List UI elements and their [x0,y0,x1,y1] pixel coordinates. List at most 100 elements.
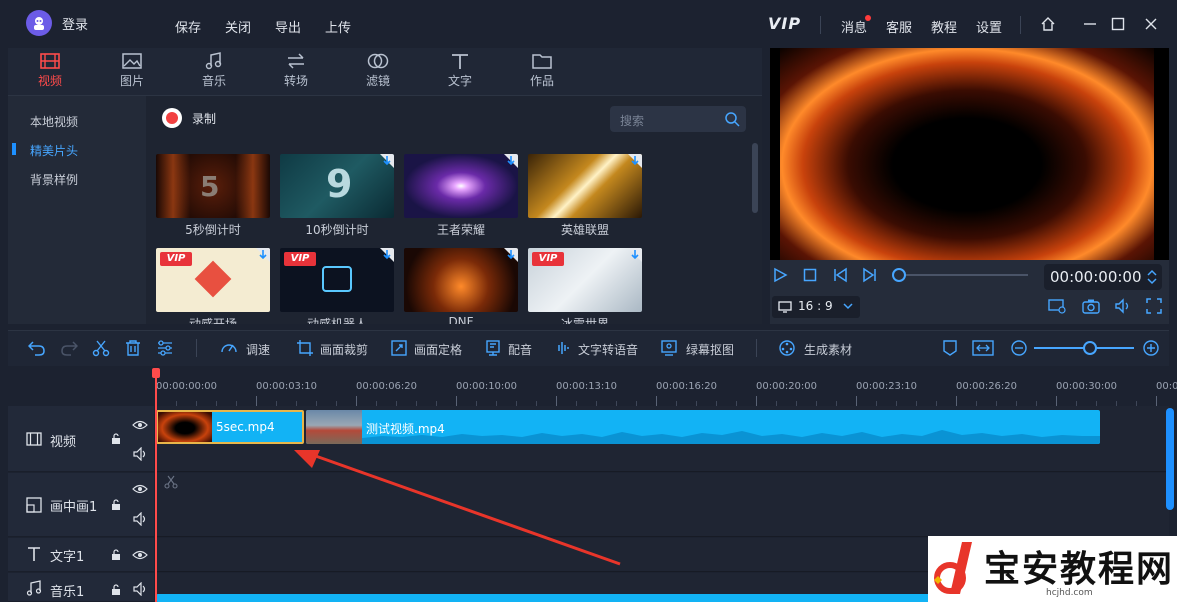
menu-save[interactable]: 保存 [175,17,201,36]
next-frame-icon[interactable] [862,267,878,283]
record-icon[interactable] [162,108,182,128]
tab-text[interactable]: 文字 [430,52,490,89]
tool-green-screen[interactable]: 绿幕抠图 [686,341,734,358]
tool-speed[interactable]: 调速 [246,341,270,358]
progress-track[interactable] [896,274,1028,276]
download-icon[interactable] [257,249,269,261]
dubbing-icon[interactable] [484,339,502,357]
vip-logo[interactable]: VIP [768,14,801,33]
text-to-speech-icon[interactable] [554,339,572,357]
eye-icon[interactable] [132,548,148,562]
tool-text-to-speech[interactable]: 文字转语音 [578,341,638,358]
category-background[interactable]: 背景样例 [30,171,78,188]
freeze-frame-icon[interactable] [390,339,408,357]
volume-icon[interactable] [1114,298,1132,314]
stop-icon[interactable] [802,267,818,283]
search-icon[interactable] [724,111,740,127]
eye-icon[interactable] [132,482,148,496]
download-icon[interactable] [629,249,641,261]
music-clip[interactable] [156,594,936,602]
record-label[interactable]: 录制 [192,110,216,127]
scissors-icon[interactable] [92,339,110,357]
green-screen-icon[interactable] [660,339,678,357]
link-support[interactable]: 客服 [886,17,912,36]
minimize-icon[interactable] [1082,16,1098,32]
vip-badge: VIP [284,252,316,266]
redo-icon[interactable] [60,339,78,357]
thumbnail-10s-countdown[interactable]: 9 [280,154,394,218]
fullscreen-icon[interactable] [1146,298,1162,314]
speaker-icon[interactable] [132,447,148,461]
category-local-video[interactable]: 本地视频 [30,113,78,130]
playhead-handle[interactable] [152,368,160,378]
lock-icon[interactable] [110,499,122,511]
undo-icon[interactable] [28,339,46,357]
menu-upload[interactable]: 上传 [325,17,351,36]
speed-icon[interactable] [220,339,238,357]
tool-generate-asset[interactable]: 生成素材 [804,341,852,358]
library-scrollbar[interactable] [752,143,758,213]
marker-icon[interactable] [942,339,958,357]
menu-export[interactable]: 导出 [275,17,301,36]
link-settings[interactable]: 设置 [976,17,1002,36]
lock-icon[interactable] [110,549,122,561]
link-tutorial[interactable]: 教程 [931,17,957,36]
tool-crop[interactable]: 画面裁剪 [320,341,368,358]
watermark-title: 宝安教程网 [984,548,1175,590]
timeline-scrollbar[interactable] [1166,408,1174,510]
speaker-icon[interactable] [132,512,148,526]
lock-icon[interactable] [110,584,122,596]
adjust-icon[interactable] [156,339,174,357]
thumbnail-5s-countdown[interactable]: 5 [156,154,270,218]
snapshot-settings-icon[interactable] [1048,298,1066,314]
tab-works[interactable]: 作品 [512,52,572,89]
download-icon[interactable] [505,249,517,261]
download-icon[interactable] [381,155,393,167]
thumbnail-ice-world[interactable]: VIP [528,248,642,312]
lock-icon[interactable] [110,433,122,445]
camera-icon[interactable] [1082,298,1100,314]
timecode-display[interactable]: 00:00:00:00 [1044,264,1162,290]
audio-waveform [362,430,1100,444]
eye-icon[interactable] [132,418,148,432]
close-icon[interactable] [1143,16,1159,32]
speaker-icon[interactable] [132,582,148,596]
link-messages[interactable]: 消息 [841,17,867,36]
login-link[interactable]: 登录 [62,14,88,33]
generate-asset-icon[interactable] [778,339,796,357]
playhead[interactable] [155,370,157,602]
fit-timeline-icon[interactable] [972,339,994,357]
zoom-slider-handle[interactable] [1083,341,1097,355]
thumbnail-dynamic-opening[interactable]: VIP [156,248,270,312]
zoom-in-icon[interactable] [1142,339,1160,357]
tab-filter[interactable]: 滤镜 [348,52,408,89]
watermark: 宝安教程网 hcjhd.com [928,536,1177,602]
tab-image[interactable]: 图片 [102,52,162,89]
menu-close[interactable]: 关闭 [225,17,251,36]
tool-freeze-frame[interactable]: 画面定格 [414,341,462,358]
zoom-out-icon[interactable] [1010,339,1028,357]
home-icon[interactable] [1040,16,1056,32]
prev-frame-icon[interactable] [832,267,848,283]
category-list [8,96,146,324]
tab-music[interactable]: 音乐 [184,52,244,89]
chevron-down-icon[interactable] [842,300,854,312]
thumbnail-king-glory[interactable] [404,154,518,218]
download-icon[interactable] [505,155,517,167]
category-intro[interactable]: 精美片头 [30,142,78,159]
crop-icon[interactable] [296,339,314,357]
download-icon[interactable] [381,249,393,261]
tab-video[interactable]: 视频 [20,52,80,89]
play-icon[interactable] [772,267,788,283]
timecode-stepper-icon[interactable] [1146,268,1158,286]
trash-icon[interactable] [124,339,142,357]
ruler-tick [756,396,757,406]
maximize-icon[interactable] [1110,16,1126,32]
thumbnail-dnf[interactable] [404,248,518,312]
thumbnail-dynamic-robot[interactable]: VIP [280,248,394,312]
tab-transition[interactable]: 转场 [266,52,326,89]
tool-dubbing[interactable]: 配音 [508,341,532,358]
progress-handle[interactable] [892,268,906,282]
thumbnail-lol[interactable] [528,154,642,218]
download-icon[interactable] [629,155,641,167]
